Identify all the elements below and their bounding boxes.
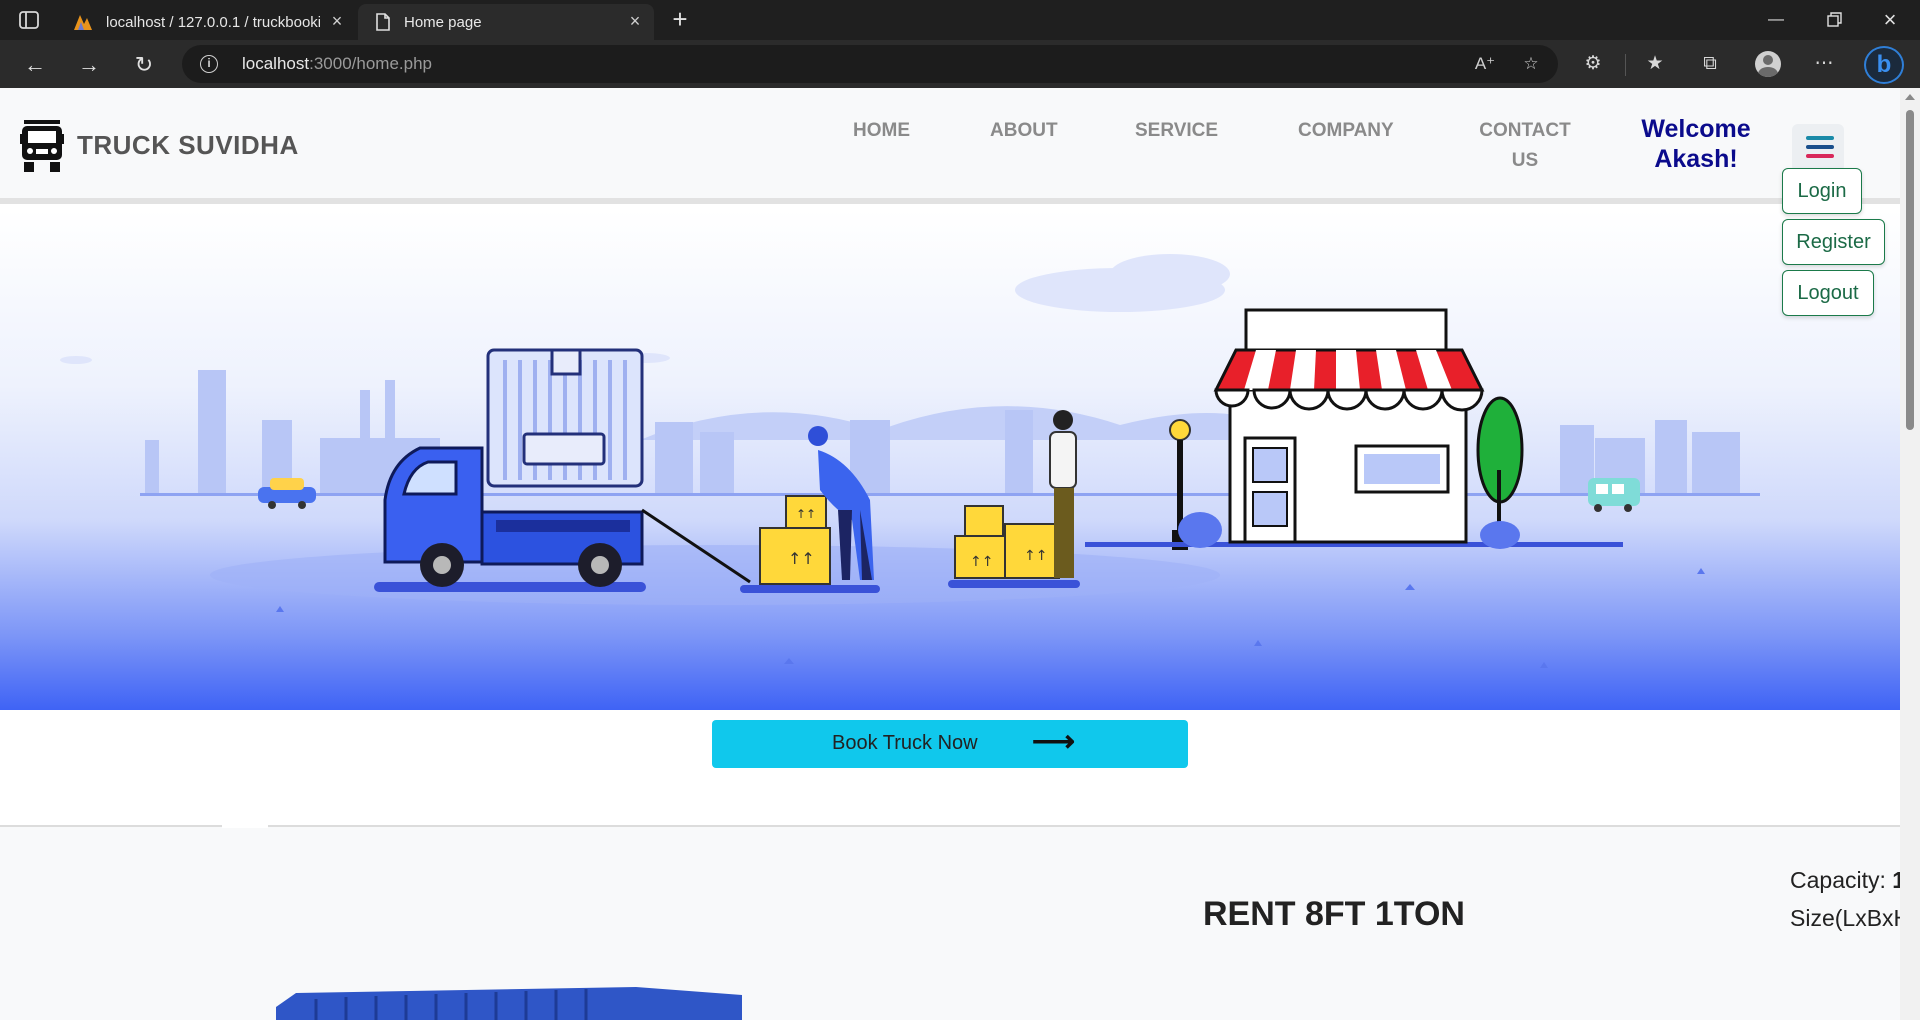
welcome-message: Welcome Akash! bbox=[1641, 115, 1751, 173]
arrow-right-icon: ⟶ bbox=[1032, 725, 1076, 758]
book-truck-button[interactable]: Book Truck Now ⟶ bbox=[712, 720, 1188, 768]
scroll-up-icon[interactable] bbox=[1905, 94, 1915, 100]
nav-about-link[interactable]: ABOUT bbox=[990, 116, 1058, 146]
close-window-icon[interactable]: × bbox=[1878, 8, 1902, 32]
nav-company-link[interactable]: COMPANY bbox=[1298, 116, 1394, 146]
url-text[interactable]: localhost:3000/home.php bbox=[242, 54, 432, 74]
listing-title: RENT 8FT 1TON bbox=[1203, 895, 1465, 933]
truck-listing-card: RENT 8FT 1TON Capacity: 1 Size(LxBxH bbox=[0, 824, 1910, 1020]
more-menu-icon[interactable]: ⋯ bbox=[1811, 51, 1837, 77]
collections-icon[interactable]: ⧉ bbox=[1697, 51, 1723, 77]
reload-icon[interactable]: ↻ bbox=[131, 52, 157, 78]
browser-tab-bar: localhost / 127.0.0.1 / truckbooking × H… bbox=[0, 0, 1920, 40]
svg-text:↑↑: ↑↑ bbox=[788, 549, 815, 568]
tab-title: localhost / 127.0.0.1 / truckbooking bbox=[106, 13, 320, 31]
brand-name[interactable]: TRUCK SUVIDHA bbox=[77, 130, 299, 161]
login-button[interactable]: Login bbox=[1782, 168, 1862, 214]
address-bar[interactable]: i localhost:3000/home.php A⁺ ☆ bbox=[182, 45, 1558, 83]
page-icon bbox=[376, 13, 390, 31]
scroll-thumb[interactable] bbox=[1906, 110, 1914, 430]
profile-avatar-icon[interactable] bbox=[1755, 51, 1781, 77]
svg-text:↑↑: ↑↑ bbox=[970, 554, 993, 570]
hamburger-menu-icon[interactable] bbox=[1792, 124, 1844, 172]
close-tab-icon[interactable]: × bbox=[626, 12, 644, 30]
nav-home-link[interactable]: HOME bbox=[853, 116, 910, 146]
toolbar-divider bbox=[1625, 54, 1626, 76]
truck-container-image bbox=[276, 987, 742, 1020]
restore-icon[interactable] bbox=[1822, 8, 1846, 32]
phpmyadmin-favicon-icon bbox=[74, 15, 92, 30]
capacity-label: Capacity: bbox=[1790, 867, 1893, 893]
favorites-icon[interactable]: ★ bbox=[1642, 51, 1668, 77]
forward-icon[interactable]: → bbox=[76, 52, 102, 78]
site-header: TRUCK SUVIDHA HOME ABOUT SERVICE COMPANY… bbox=[0, 88, 1900, 204]
new-tab-icon[interactable]: + bbox=[668, 6, 692, 32]
read-aloud-icon[interactable]: A⁺ bbox=[1474, 53, 1496, 75]
bing-copilot-icon[interactable]: b bbox=[1864, 46, 1904, 84]
hero-illustration: ↑↑ ↑↑ ↑↑ ↑↑ bbox=[60, 254, 1760, 668]
tab-title: Home page bbox=[404, 13, 482, 31]
minimize-icon[interactable]: — bbox=[1764, 8, 1788, 32]
truck-logo-icon bbox=[20, 120, 64, 172]
book-truck-label: Book Truck Now bbox=[832, 732, 978, 754]
page-scrollbar[interactable] bbox=[1900, 88, 1920, 1020]
tab-phpmyadmin[interactable]: localhost / 127.0.0.1 / truckbooking × bbox=[58, 4, 356, 40]
site-info-icon[interactable]: i bbox=[200, 55, 218, 73]
logout-button[interactable]: Logout bbox=[1782, 270, 1874, 316]
page-viewport: TRUCK SUVIDHA HOME ABOUT SERVICE COMPANY… bbox=[0, 88, 1920, 1020]
url-path: :3000/home.php bbox=[309, 54, 432, 73]
add-favorite-icon[interactable]: ☆ bbox=[1520, 53, 1542, 75]
extensions-icon[interactable]: ⚙ bbox=[1580, 51, 1606, 77]
url-host: localhost bbox=[242, 54, 310, 73]
capacity-spec: Capacity: 1 bbox=[1790, 867, 1905, 894]
browser-toolbar: ← → ↻ i localhost:3000/home.php A⁺ ☆ ⚙ ★… bbox=[0, 40, 1920, 88]
nav-service-link[interactable]: SERVICE bbox=[1135, 116, 1218, 146]
close-tab-icon[interactable]: × bbox=[328, 12, 346, 30]
size-spec: Size(LxBxH bbox=[1790, 905, 1911, 931]
nav-contact-link[interactable]: CONTACT US bbox=[1470, 116, 1580, 176]
svg-text:↑↑: ↑↑ bbox=[1024, 548, 1047, 564]
back-icon[interactable]: ← bbox=[22, 52, 48, 78]
svg-text:↑↑: ↑↑ bbox=[796, 507, 816, 521]
hero-banner: ↑↑ ↑↑ ↑↑ ↑↑ bbox=[0, 210, 1900, 710]
register-button[interactable]: Register bbox=[1782, 219, 1885, 265]
tab-actions-icon[interactable] bbox=[18, 9, 40, 31]
tab-home-page[interactable]: Home page × bbox=[358, 4, 654, 40]
